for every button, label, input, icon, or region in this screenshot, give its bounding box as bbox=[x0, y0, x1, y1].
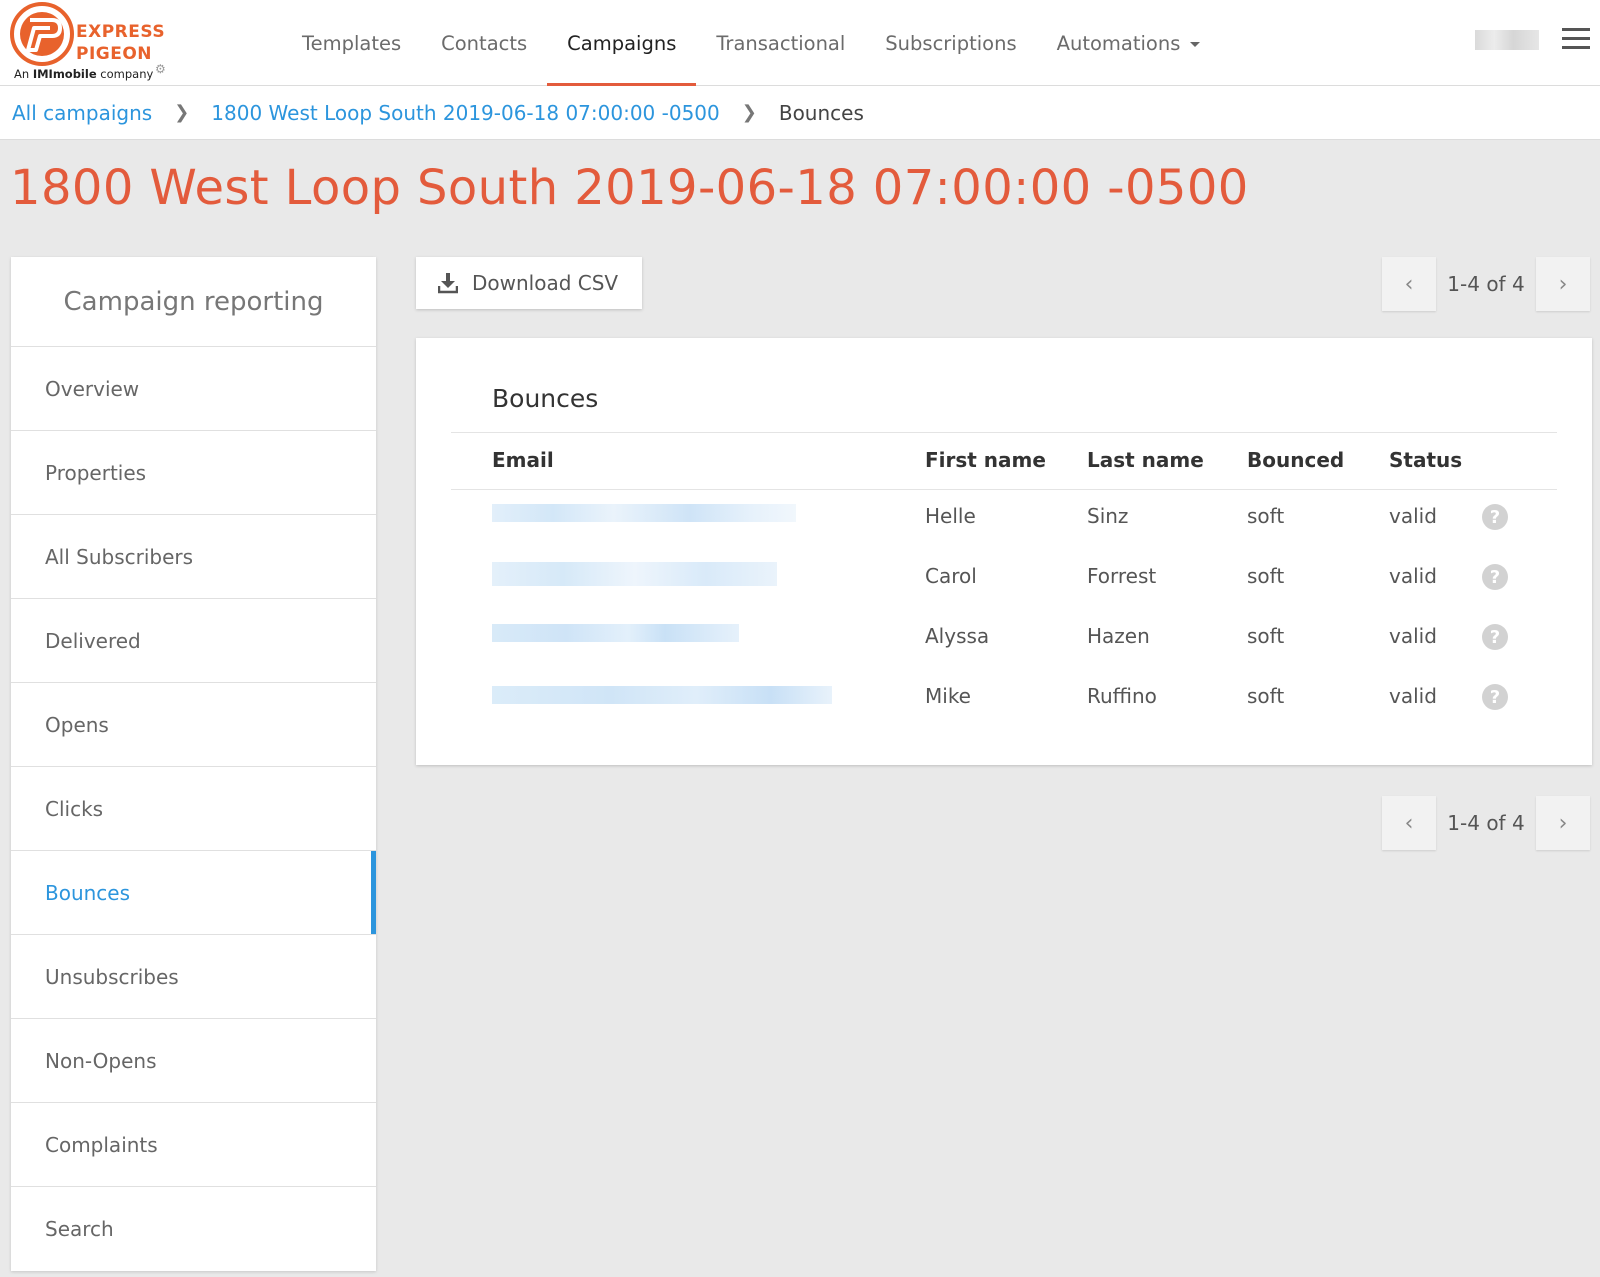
prev-page-button[interactable]: ‹ bbox=[1382, 257, 1436, 311]
sidebar-item-unsubscribes[interactable]: Unsubscribes bbox=[11, 935, 376, 1019]
cell-status: valid bbox=[1389, 504, 1437, 528]
campaign-reporting-sidebar: Campaign reporting Overview Properties A… bbox=[11, 257, 376, 1271]
nav-contacts[interactable]: Contacts bbox=[421, 0, 547, 86]
cell-first-name: Carol bbox=[925, 564, 977, 588]
column-header-bounced[interactable]: Bounced bbox=[1247, 448, 1344, 472]
nav-transactional[interactable]: Transactional bbox=[696, 0, 865, 86]
cell-bounced: soft bbox=[1247, 684, 1285, 708]
bounces-table-card: Bounces Email First name Last name Bounc… bbox=[416, 338, 1592, 765]
help-icon[interactable]: ? bbox=[1482, 504, 1508, 530]
caret-down-icon bbox=[1190, 42, 1201, 47]
help-icon[interactable]: ? bbox=[1482, 624, 1508, 650]
table-title: Bounces bbox=[492, 384, 599, 413]
chevron-right-icon: › bbox=[1558, 271, 1568, 297]
pigeon-logo-icon bbox=[10, 2, 74, 66]
sidebar-item-properties[interactable]: Properties bbox=[11, 431, 376, 515]
sidebar-item-delivered[interactable]: Delivered bbox=[11, 599, 376, 683]
sidebar-item-search[interactable]: Search bbox=[11, 1187, 376, 1271]
divider bbox=[451, 489, 1557, 490]
column-header-first-name[interactable]: First name bbox=[925, 448, 1046, 472]
cell-status: valid bbox=[1389, 624, 1437, 648]
nav-automations-label: Automations bbox=[1056, 31, 1181, 55]
email-redacted bbox=[492, 562, 777, 586]
cell-first-name: Mike bbox=[925, 684, 971, 708]
page-title: 1800 West Loop South 2019-06-18 07:00:00… bbox=[10, 160, 1249, 216]
breadcrumb-all-campaigns[interactable]: All campaigns bbox=[12, 101, 152, 125]
pagination-label: 1-4 of 4 bbox=[1447, 811, 1525, 835]
cell-last-name: Hazen bbox=[1087, 624, 1150, 648]
breadcrumb-campaign[interactable]: 1800 West Loop South 2019-06-18 07:00:00… bbox=[211, 101, 719, 125]
pagination-bottom: ‹ 1-4 of 4 › bbox=[1382, 796, 1590, 850]
sidebar-item-overview[interactable]: Overview bbox=[11, 347, 376, 431]
top-navbar: EXPRESS PIGEON An IMImobile company ⚙ Te… bbox=[0, 0, 1600, 87]
pagination-label: 1-4 of 4 bbox=[1447, 272, 1525, 296]
next-page-button[interactable]: › bbox=[1536, 257, 1590, 311]
logo-tagline: An IMImobile company bbox=[14, 67, 154, 81]
cell-first-name: Alyssa bbox=[925, 624, 990, 648]
download-csv-label: Download CSV bbox=[472, 271, 619, 295]
chevron-left-icon: ‹ bbox=[1404, 810, 1414, 836]
main-nav: Templates Contacts Campaigns Transaction… bbox=[282, 0, 1221, 87]
cell-status: valid bbox=[1389, 684, 1437, 708]
cell-status: valid bbox=[1389, 564, 1437, 588]
chevron-left-icon: ‹ bbox=[1404, 271, 1414, 297]
email-redacted bbox=[492, 686, 832, 704]
sidebar-item-all-subscribers[interactable]: All Subscribers bbox=[11, 515, 376, 599]
sidebar-item-complaints[interactable]: Complaints bbox=[11, 1103, 376, 1187]
chevron-right-icon: ❯ bbox=[174, 102, 190, 123]
logo-gear-icon: ⚙ bbox=[155, 62, 166, 76]
nav-automations[interactable]: Automations bbox=[1037, 0, 1221, 86]
breadcrumb-current: Bounces bbox=[778, 100, 864, 125]
cell-last-name: Forrest bbox=[1087, 564, 1157, 588]
logo-word-express: EXPRESS bbox=[76, 22, 166, 42]
cell-bounced: soft bbox=[1247, 624, 1285, 648]
hamburger-menu-icon[interactable] bbox=[1562, 28, 1590, 50]
sidebar-heading: Campaign reporting bbox=[11, 257, 376, 347]
nav-subscriptions[interactable]: Subscriptions bbox=[865, 0, 1036, 86]
cell-last-name: Sinz bbox=[1087, 504, 1129, 528]
column-header-email[interactable]: Email bbox=[492, 448, 554, 472]
chevron-right-icon: › bbox=[1558, 810, 1568, 836]
cell-first-name: Helle bbox=[925, 504, 976, 528]
help-icon[interactable]: ? bbox=[1482, 564, 1508, 590]
next-page-button[interactable]: › bbox=[1536, 796, 1590, 850]
cell-bounced: soft bbox=[1247, 504, 1285, 528]
cell-bounced: soft bbox=[1247, 564, 1285, 588]
sidebar-item-non-opens[interactable]: Non-Opens bbox=[11, 1019, 376, 1103]
express-pigeon-logo[interactable]: EXPRESS PIGEON An IMImobile company ⚙ bbox=[10, 2, 185, 82]
sidebar-item-clicks[interactable]: Clicks bbox=[11, 767, 376, 851]
pagination-top: ‹ 1-4 of 4 › bbox=[1382, 257, 1590, 311]
sidebar-item-opens[interactable]: Opens bbox=[11, 683, 376, 767]
nav-templates[interactable]: Templates bbox=[282, 0, 421, 86]
download-icon bbox=[438, 273, 458, 294]
download-csv-button[interactable]: Download CSV bbox=[416, 257, 642, 309]
help-icon[interactable]: ? bbox=[1482, 684, 1508, 710]
nav-campaigns[interactable]: Campaigns bbox=[547, 0, 697, 87]
sidebar-item-bounces[interactable]: Bounces bbox=[11, 851, 376, 935]
breadcrumb: All campaigns ❯ 1800 West Loop South 201… bbox=[0, 86, 1600, 140]
email-redacted bbox=[492, 624, 739, 642]
column-header-status[interactable]: Status bbox=[1389, 448, 1462, 472]
column-header-last-name[interactable]: Last name bbox=[1087, 448, 1204, 472]
user-account-menu[interactable] bbox=[1475, 30, 1539, 50]
chevron-right-icon: ❯ bbox=[741, 102, 757, 123]
prev-page-button[interactable]: ‹ bbox=[1382, 796, 1436, 850]
email-redacted bbox=[492, 504, 796, 522]
cell-last-name: Ruffino bbox=[1087, 684, 1157, 708]
divider bbox=[451, 432, 1557, 433]
logo-word-pigeon: PIGEON bbox=[76, 44, 153, 64]
